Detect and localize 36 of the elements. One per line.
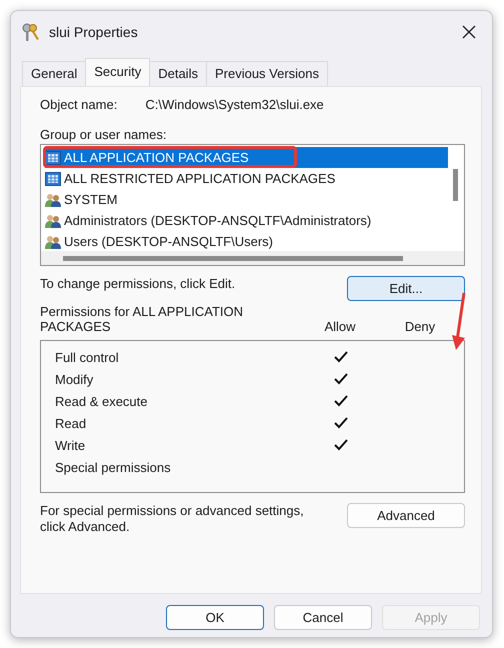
group-list-item[interactable]: SYSTEM: [45, 189, 450, 210]
tab[interactable]: General: [22, 61, 86, 86]
allow-column-header: Allow: [323, 319, 357, 334]
keys-icon: [21, 22, 41, 42]
users-icon: [45, 234, 61, 248]
window-title: slui Properties: [49, 24, 139, 40]
group-list-item[interactable]: ALL RESTRICTED APPLICATION PACKAGES: [45, 168, 450, 189]
group-list-item[interactable]: ALL APPLICATION PACKAGES: [45, 147, 450, 168]
group-list-label: Group or user names:: [40, 127, 168, 142]
group-list-item[interactable]: Users (DESKTOP-ANSQLTF\Users): [45, 231, 450, 252]
edit-hint: To change permissions, click Edit.: [40, 276, 236, 291]
dialog-button[interactable]: Cancel: [274, 605, 372, 630]
tab[interactable]: Previous Versions: [206, 61, 328, 86]
permission-name: Read: [55, 416, 86, 430]
object-name-value: C:\Windows\System32\slui.exe: [145, 97, 324, 112]
package-icon: [45, 150, 61, 164]
deny-column-header: Deny: [404, 319, 436, 334]
permission-name: Read & execute: [55, 394, 148, 408]
close-icon[interactable]: [462, 25, 476, 39]
advanced-button[interactable]: Advanced: [347, 503, 465, 528]
users-icon: [45, 192, 61, 206]
edit-button[interactable]: Edit...: [347, 276, 465, 301]
permissions-label: Permissions for ALL APPLICATION PACKAGES: [40, 304, 244, 334]
permission-name: Modify: [55, 372, 94, 386]
object-name-label: Object name:: [40, 97, 118, 112]
permission-name: Full control: [55, 350, 119, 364]
package-icon: [45, 172, 61, 186]
arrow-annotation-icon: [451, 291, 467, 351]
users-icon: [45, 214, 61, 228]
group-list-item[interactable]: Administrators (DESKTOP-ANSQLTF\Administrators): [45, 210, 450, 231]
dialog-button[interactable]: OK: [166, 605, 264, 630]
permission-name: Write: [55, 438, 86, 452]
horizontal-scrollbar[interactable]: [41, 251, 464, 265]
advanced-hint: For special permissions or advanced settings, click Advanced.: [40, 503, 305, 535]
tab[interactable]: Security: [85, 58, 150, 86]
permission-name: Special permissions: [55, 460, 171, 474]
